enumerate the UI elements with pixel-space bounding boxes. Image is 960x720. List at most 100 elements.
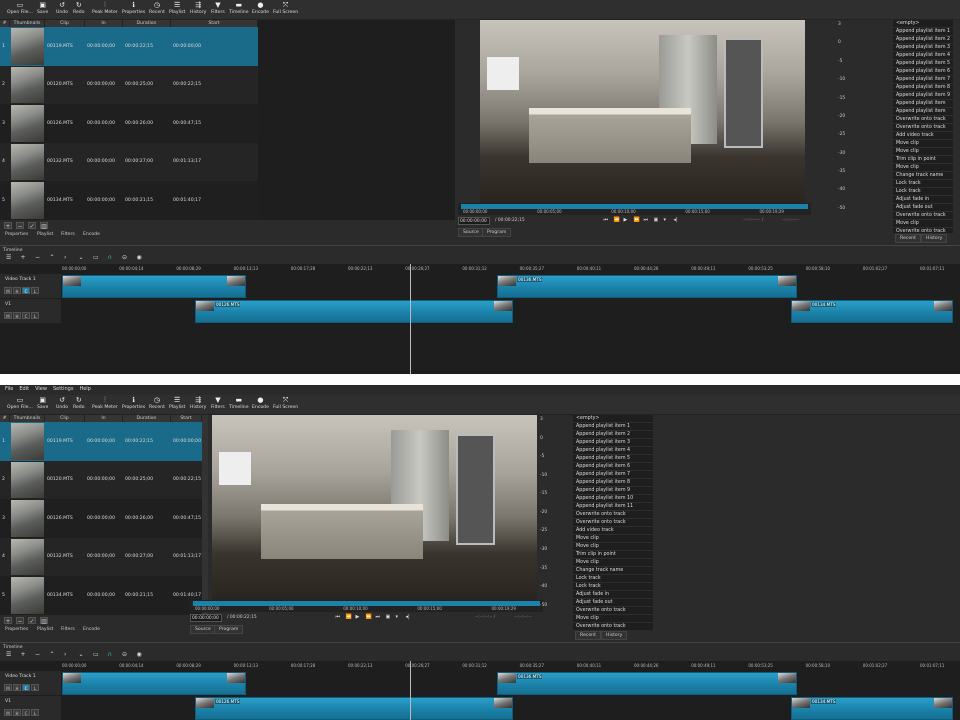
track-c-button[interactable]: C xyxy=(22,312,30,319)
timeline-clip[interactable] xyxy=(62,275,246,298)
playlist-row[interactable]: 4 00132.MTS 00:00:00;00 00:00:27;00 00:01:13… xyxy=(0,537,202,576)
track-c-button[interactable]: C xyxy=(22,287,30,294)
position-timecode-input[interactable]: 00:00:00;00 xyxy=(458,217,490,225)
toolbar-open-file-button[interactable]: ▭ Open File... xyxy=(7,396,33,410)
timeline-remove-icon[interactable]: − xyxy=(35,651,40,658)
history-item[interactable]: Append playlist item 6 xyxy=(893,68,953,76)
column-header-start[interactable]: Start xyxy=(171,415,202,422)
track-m-button[interactable]: M xyxy=(4,287,12,294)
toolbar-recent-button[interactable]: ◷ Recent xyxy=(149,1,165,15)
toolbar-history-button[interactable]: ⇶ History xyxy=(190,396,206,410)
zoom-dropdown-icon[interactable]: ▾ xyxy=(664,217,667,223)
tab-playlist[interactable]: Playlist xyxy=(37,232,53,237)
toolbar-redo-button[interactable]: ↻ Redo xyxy=(73,396,85,410)
history-item[interactable]: Append playlist item 11 xyxy=(893,108,953,122)
history-item[interactable]: Overwrite onto track xyxy=(573,607,653,615)
timeline-ripple-icon[interactable]: ⊝ xyxy=(122,254,127,261)
history-item[interactable]: Move clip xyxy=(893,220,953,228)
timeline-clip[interactable]: 00134.MTS xyxy=(791,697,953,720)
toolbar-peak-meter-button[interactable]: ⫶ Peak Meter xyxy=(92,396,118,410)
timeline-scrub-icon[interactable]: ◉ xyxy=(137,254,142,261)
history-item[interactable]: Adjust fade out xyxy=(573,599,653,607)
history-list[interactable]: <empty> Append playlist item 1 Append play… xyxy=(573,415,653,630)
history-item[interactable]: Append playlist item 11 xyxy=(573,503,653,511)
column-header-thumbnails[interactable]: Thumbnails xyxy=(10,415,45,422)
history-item[interactable]: Overwrite onto track xyxy=(573,519,653,527)
timeline-append-icon[interactable]: + xyxy=(21,651,26,658)
track-h-button[interactable]: H xyxy=(13,312,21,319)
column-header-number[interactable]: # xyxy=(0,20,10,27)
history-item[interactable]: Move clip xyxy=(893,164,953,172)
playlist-row[interactable]: 4 00132.MTS 00:00:00;00 00:00:27;00 00:01:13… xyxy=(0,142,258,181)
history-item[interactable]: Overwrite onto track xyxy=(573,511,653,519)
tab-properties[interactable]: Properties xyxy=(5,627,28,632)
column-header-in[interactable]: In xyxy=(85,415,123,422)
timeline-clip[interactable]: 00126.MTS xyxy=(195,697,513,720)
column-header-number[interactable]: # xyxy=(0,415,10,422)
playlist-update-button[interactable]: ✓ xyxy=(28,617,36,625)
toolbar-properties-button[interactable]: ℹ Properties xyxy=(122,396,145,410)
track-h-button[interactable]: H xyxy=(13,684,21,691)
toolbar-full-screen-button[interactable]: ⤧ Full Screen xyxy=(273,1,298,15)
history-item[interactable]: Overwrite onto track xyxy=(893,124,953,132)
history-item[interactable]: Overwrite onto track xyxy=(573,623,653,630)
history-item[interactable]: Append playlist item 10 xyxy=(573,495,653,503)
timeline-lift-icon[interactable]: ⌃ xyxy=(50,651,55,658)
menu-file[interactable]: File xyxy=(5,386,13,392)
history-item[interactable]: Append playlist item 9 xyxy=(893,92,953,100)
history-item[interactable]: Append playlist item 6 xyxy=(573,463,653,471)
tab-playlist[interactable]: Playlist xyxy=(37,627,53,632)
tab-filters[interactable]: Filters xyxy=(61,627,75,632)
playlist-row[interactable]: 2 00120.MTS 00:00:00;00 00:00:25;00 00:00:22… xyxy=(0,460,202,499)
column-header-in[interactable]: In xyxy=(85,20,123,27)
column-header-duration[interactable]: Duration xyxy=(123,20,171,27)
timeline-zoom-fit-icon[interactable]: ▭ xyxy=(93,651,99,658)
column-header-clip[interactable]: Clip xyxy=(45,20,85,27)
history-list[interactable]: <empty> Append playlist item 1 Append play… xyxy=(893,20,953,233)
tab-properties[interactable]: Properties xyxy=(5,232,28,237)
timeline-overwrite-icon[interactable]: › xyxy=(64,254,66,261)
timeline-zoom-fit-icon[interactable]: ▭ xyxy=(93,254,99,261)
play-icon[interactable]: ▶ xyxy=(356,614,360,620)
menu-view[interactable]: View xyxy=(35,386,47,392)
playlist-add-button[interactable]: + xyxy=(4,222,12,230)
playlist-delete-button[interactable]: ▥ xyxy=(40,222,48,230)
menu-edit[interactable]: Edit xyxy=(19,386,29,392)
timeline-clip[interactable]: 00134.MTS xyxy=(791,300,953,323)
tab-encode[interactable]: Encode xyxy=(83,627,100,632)
skip-to-start-icon[interactable]: ⏮ xyxy=(604,217,609,223)
history-item[interactable]: Move clip xyxy=(893,148,953,156)
zoom-dropdown-icon[interactable]: ▾ xyxy=(396,614,399,620)
timeline-ripple-icon[interactable]: ⊝ xyxy=(122,651,127,658)
history-item[interactable]: Move clip xyxy=(893,140,953,148)
timeline-remove-icon[interactable]: − xyxy=(35,254,40,261)
history-item[interactable]: Add video track xyxy=(893,132,953,140)
playlist-row[interactable]: 3 00126.MTS 00:00:00;00 00:00:26;00 00:00:47… xyxy=(0,104,258,143)
track-h-button[interactable]: H xyxy=(13,709,21,716)
track-l-button[interactable]: L xyxy=(31,312,39,319)
timeline-clip[interactable]: 00126.MTS xyxy=(195,300,513,323)
playlist-delete-button[interactable]: ▥ xyxy=(40,617,48,625)
menu-settings[interactable]: Settings xyxy=(53,386,74,392)
playlist-update-button[interactable]: ✓ xyxy=(28,222,36,230)
toolbar-filters-button[interactable]: ▼ Filters xyxy=(211,396,225,410)
menu-help[interactable]: Help xyxy=(79,386,90,392)
toolbar-properties-button[interactable]: ℹ Properties xyxy=(122,1,145,15)
volume-icon[interactable]: ◂| xyxy=(406,614,410,620)
history-item[interactable]: Move clip xyxy=(573,535,653,543)
toolbar-playlist-button[interactable]: ☰ Playlist xyxy=(169,1,185,15)
playlist-row[interactable]: 3 00126.MTS 00:00:00;00 00:00:26;00 00:00:47… xyxy=(0,499,202,538)
history-item[interactable]: Append playlist item 4 xyxy=(573,447,653,455)
skip-to-end-icon[interactable]: ⏭ xyxy=(644,217,649,223)
history-item[interactable]: Append playlist item 8 xyxy=(893,84,953,92)
history-item[interactable]: Adjust fade in xyxy=(893,196,953,204)
skip-to-start-icon[interactable]: ⏮ xyxy=(336,614,341,620)
history-item[interactable]: Lock track xyxy=(573,583,653,591)
rewind-icon[interactable]: ⏪ xyxy=(614,217,620,223)
toolbar-filters-button[interactable]: ▼ Filters xyxy=(211,1,225,15)
position-timecode-input[interactable]: 00:00:00;00 xyxy=(190,614,222,622)
playlist-row[interactable]: 1 00119.MTS 00:00:00;00 00:00:22;15 00:00:00… xyxy=(0,27,258,66)
tab-program[interactable]: Program xyxy=(214,625,244,634)
column-header-thumbnails[interactable]: Thumbnails xyxy=(10,20,45,27)
history-item[interactable]: Lock track xyxy=(893,188,953,196)
